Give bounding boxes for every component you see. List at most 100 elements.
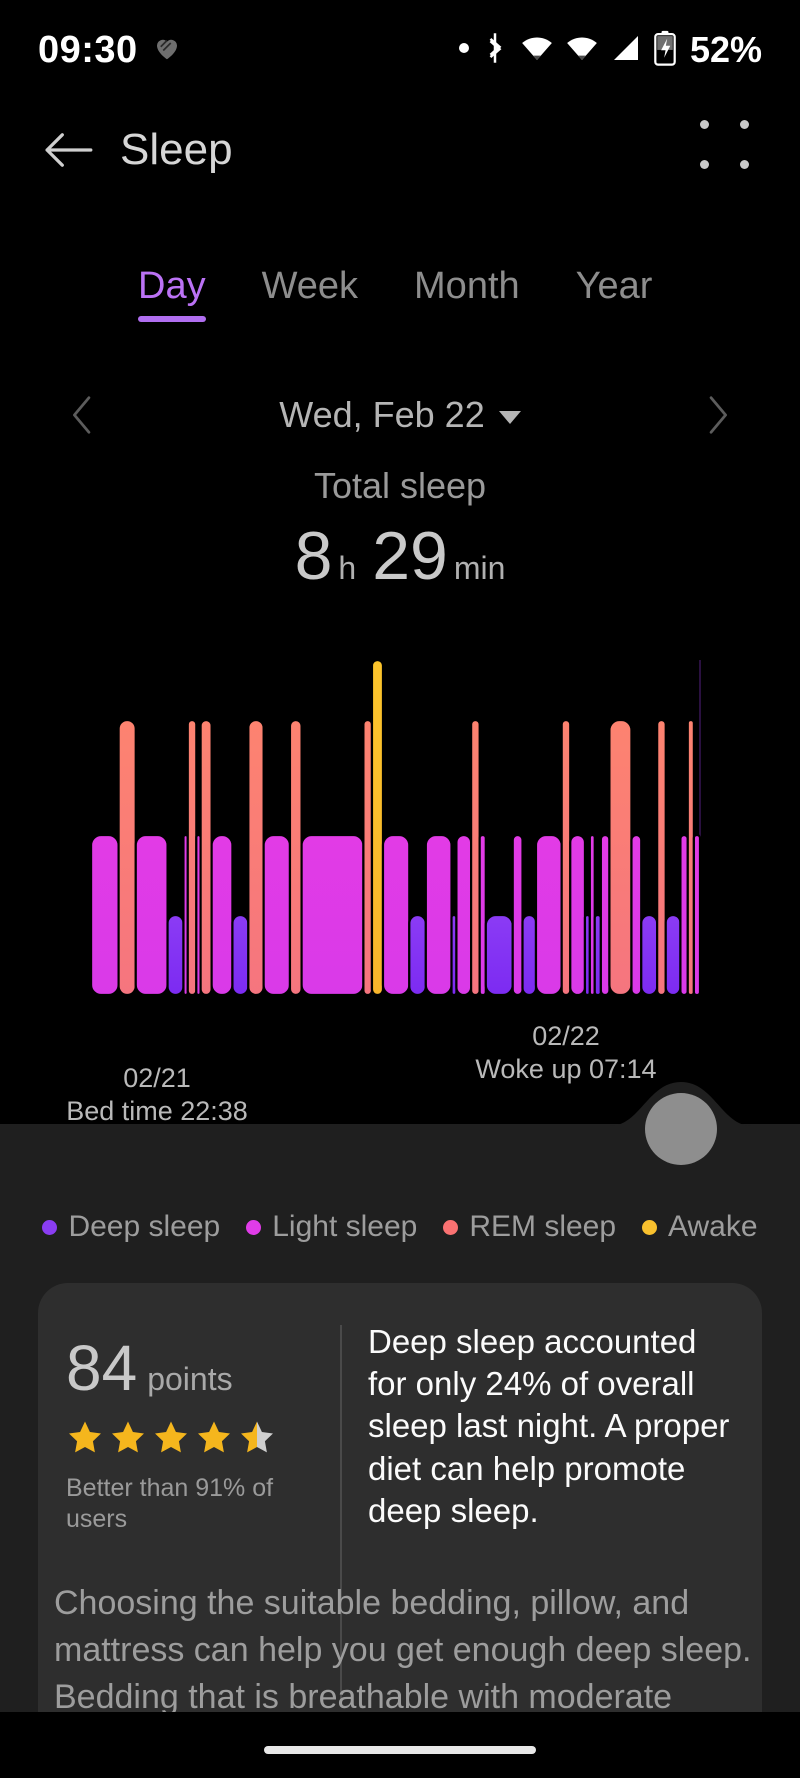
total-sleep-value: 8 h 29 min (0, 517, 800, 595)
hypnogram-segment (381, 833, 411, 997)
app-bar: Sleep (0, 100, 800, 200)
star-half-icon (241, 1421, 273, 1453)
chevron-left-icon[interactable] (52, 385, 112, 445)
legend-color-swatch (42, 1219, 58, 1235)
star-rating (66, 1419, 334, 1457)
hypnogram-segment (664, 913, 682, 997)
hypnogram-segment (521, 913, 538, 997)
legend-color-swatch (642, 1219, 658, 1235)
hypnogram-segment (656, 718, 667, 997)
heart-glyph-icon (152, 33, 182, 68)
star-filled-icon (112, 1421, 144, 1453)
legend-label: Deep sleep (68, 1210, 221, 1243)
tab-week[interactable]: Week (262, 265, 358, 322)
hypnogram-segment (89, 833, 120, 997)
status-bar-left: 09:30 (38, 29, 182, 72)
sleep-hypnogram-chart[interactable] (0, 660, 800, 1040)
chart-legend: Deep sleep Light sleep REM sleep Awake (0, 1210, 800, 1244)
date-label: Wed, Feb 22 (279, 394, 485, 435)
menu-dot (700, 120, 709, 129)
score-unit: points (147, 1361, 233, 1397)
hypnogram-segment (534, 833, 563, 997)
hypnogram-segment (470, 718, 481, 997)
hypnogram-svg (89, 660, 702, 997)
hypnogram-segment (608, 718, 633, 997)
hypnogram-segment (560, 718, 572, 997)
wakeup-caption: 02/22 Woke up 07:14 (416, 1020, 716, 1086)
total-sleep-hours: 8 (294, 518, 333, 594)
hypnogram-segment (166, 913, 185, 997)
status-bar: 09:30 52% (0, 0, 800, 100)
star-filled-icon (155, 1421, 187, 1453)
hypnogram-segment (362, 718, 374, 997)
status-bar-right: 52% (458, 29, 762, 71)
overflow-menu-icon[interactable] (700, 120, 760, 180)
caret-down-icon (498, 411, 521, 424)
tab-year[interactable]: Year (576, 265, 653, 322)
hypnogram-segment (692, 833, 702, 997)
hypnogram-segment (599, 833, 611, 997)
hypnogram-segment (484, 913, 514, 997)
legend-label: Awake (668, 1210, 758, 1243)
tab-month[interactable]: Month (414, 265, 520, 322)
legend-label: Light sleep (272, 1210, 418, 1243)
period-tabs: Day Week Month Year (0, 265, 800, 345)
battery-charging-icon (653, 30, 677, 71)
wifi-icon (520, 31, 554, 70)
legend-item-light-sleep: Light sleep (246, 1210, 417, 1244)
score-value: 84 (66, 1332, 138, 1404)
total-sleep-minutes-unit: min (453, 550, 506, 586)
total-sleep-minutes: 29 (372, 518, 448, 594)
hypnogram-segment (424, 833, 453, 997)
hypnogram-segment (679, 833, 689, 997)
star-filled-icon (69, 1421, 101, 1453)
tab-day[interactable]: Day (138, 265, 206, 322)
page-title: Sleep (120, 125, 233, 174)
battery-percentage: 52% (689, 29, 762, 70)
wakeup-text: Woke up 07:14 (475, 1053, 657, 1084)
total-sleep-block: Total sleep 8 h 29 min (0, 465, 800, 595)
menu-dot (700, 160, 709, 169)
wifi-secondary-icon (565, 31, 599, 70)
menu-dot (740, 120, 749, 129)
dot-icon (458, 41, 470, 59)
hypnogram-segment (288, 718, 303, 997)
chevron-right-icon[interactable] (688, 385, 748, 445)
status-bar-clock: 09:30 (38, 28, 138, 71)
menu-dot (740, 160, 749, 169)
hypnogram-segment (186, 718, 198, 997)
hypnogram-segment (231, 913, 250, 997)
legend-label: REM sleep (469, 1210, 617, 1243)
hypnogram-segment (199, 718, 213, 997)
total-sleep-hours-unit: h (338, 550, 357, 586)
date-picker-button[interactable]: Wed, Feb 22 (279, 394, 521, 436)
rank-text: Better than 91% of users (66, 1474, 274, 1534)
hypnogram-segment (630, 833, 643, 997)
cellular-signal-icon (610, 32, 642, 69)
hypnogram-segment (117, 718, 137, 997)
legend-item-rem-sleep: REM sleep (443, 1210, 616, 1244)
hypnogram-segment (210, 833, 234, 997)
hypnogram-segment (408, 913, 427, 997)
hypnogram-segment (640, 913, 659, 997)
hypnogram-segment (511, 833, 524, 997)
sleep-action-fab[interactable] (645, 1093, 717, 1165)
hypnogram-segment (247, 718, 265, 997)
home-indicator[interactable] (264, 1746, 536, 1754)
wakeup-date: 02/22 (532, 1021, 600, 1051)
tip-text: Deep sleep accounted for only 24% of ove… (368, 1323, 730, 1529)
legend-color-swatch (246, 1219, 262, 1235)
bluetooth-icon (481, 31, 509, 70)
back-arrow-icon[interactable] (40, 122, 96, 178)
total-sleep-label: Total sleep (313, 465, 487, 506)
hypnogram-bars (89, 660, 702, 997)
hypnogram-segment (455, 833, 473, 997)
hypnogram-segment (300, 833, 365, 997)
date-selector: Wed, Feb 22 (0, 380, 800, 450)
legend-color-swatch (443, 1219, 459, 1235)
hypnogram-segment (262, 833, 292, 997)
star-filled-icon (198, 1421, 230, 1453)
hypnogram-segment (569, 833, 587, 997)
hypnogram-segment (370, 660, 385, 997)
legend-item-deep-sleep: Deep sleep (42, 1210, 220, 1244)
